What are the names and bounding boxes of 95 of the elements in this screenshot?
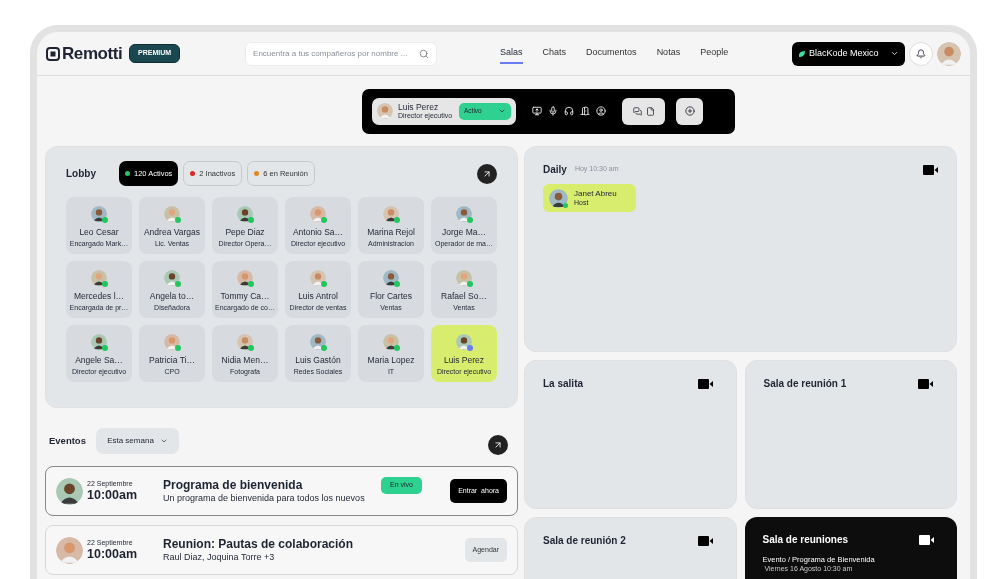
person-name: Luis Antrol	[298, 290, 338, 303]
leaf-icon	[798, 49, 806, 58]
room-title: Sala de reunión 2	[543, 534, 626, 548]
avatar	[56, 536, 83, 564]
person-name: Angela to…	[149, 290, 195, 303]
avatar	[383, 270, 399, 286]
microphone-icon[interactable]	[548, 106, 558, 116]
nav-tab[interactable]: People	[700, 43, 729, 64]
avatar	[164, 206, 180, 222]
event-title: Reunion: Pautas de colaboración	[163, 536, 354, 552]
participant-name: Janet Abreu	[574, 188, 617, 199]
person-name: Patricia Ti…	[149, 354, 195, 367]
room-title: Sala de reuniones	[762, 533, 849, 547]
avatar	[164, 334, 180, 350]
avatar	[456, 270, 472, 286]
add-button[interactable]	[676, 97, 703, 125]
bell-icon	[916, 48, 926, 59]
avatar	[91, 334, 107, 350]
avatar	[237, 270, 253, 286]
event-time: 10:00am	[87, 489, 139, 502]
notifications-button[interactable]	[909, 41, 933, 66]
room-title: Daily	[543, 163, 567, 177]
chevron-down-icon	[159, 437, 168, 445]
avatar	[91, 270, 107, 286]
person-name: Angele Sa…	[75, 354, 123, 367]
avatar	[377, 103, 393, 119]
video-camera-icon	[919, 534, 934, 545]
arrow-up-right-icon	[493, 440, 503, 450]
person-name: Antonio Sa…	[292, 226, 344, 239]
search-input[interactable]: Encuentra a tus compañeros por nombre ...	[253, 47, 420, 60]
avatar	[164, 270, 180, 286]
chevron-down-icon	[890, 49, 899, 58]
avatar	[237, 206, 253, 222]
person-name: Maria Lopez	[367, 354, 415, 367]
chat-icon	[632, 106, 642, 116]
person-name: Tommy Ca…	[220, 290, 270, 303]
tools-button-group[interactable]	[622, 97, 665, 125]
logo-icon	[46, 46, 60, 61]
events-title: Eventos	[49, 433, 87, 448]
avatar	[310, 206, 326, 222]
expand-button[interactable]	[488, 435, 508, 455]
avatar	[383, 334, 399, 350]
person-name: Luis Gastón	[295, 354, 341, 367]
search-icon	[419, 48, 430, 59]
video-camera-icon	[918, 378, 933, 389]
workspace-button[interactable]: BlacKode Mexico	[792, 41, 905, 66]
user-circle-icon[interactable]	[596, 106, 606, 116]
user-name: Luis Perez	[398, 102, 440, 112]
person-name: Pepe Diaz	[225, 226, 265, 239]
arrow-up-right-icon	[482, 168, 492, 179]
person-name: Andrea Vargas	[143, 226, 201, 239]
video-camera-icon	[697, 378, 713, 389]
person-name: Nidia Men…	[221, 354, 269, 367]
room-panel[interactable]: La salita	[524, 360, 737, 509]
avatar	[456, 334, 472, 350]
video-camera-icon	[697, 535, 713, 546]
nav-tab[interactable]: Chats	[542, 43, 567, 64]
avatar	[56, 477, 83, 505]
event-time: 10:00am	[87, 548, 139, 561]
avatar	[549, 188, 568, 208]
person-name: Flor Cartes	[369, 290, 412, 303]
person-name: Mercedes l…	[73, 290, 125, 303]
avatar	[310, 334, 326, 350]
week-dropdown[interactable]: Esta semana	[96, 428, 179, 454]
person-name: Luis Perez	[443, 354, 485, 367]
nav-tab[interactable]: Notas	[656, 43, 681, 64]
event-title: Programa de bienvenida	[163, 477, 303, 493]
expand-button[interactable]	[477, 163, 497, 184]
nav-tab[interactable]: Documentos	[586, 43, 637, 64]
lobby-title: Lobby	[66, 167, 97, 181]
event-subtitle: Un programa de bienvenida para todos los nuevos	[163, 492, 365, 505]
logo-text: Remotti	[62, 42, 123, 65]
avatar	[310, 270, 326, 286]
event-subtitle: Raul Diaz, Joquina Torre +3	[163, 551, 275, 564]
chevron-down-icon	[498, 107, 506, 115]
screen-share-icon[interactable]	[532, 106, 542, 116]
avatar	[456, 206, 472, 222]
room-title: La salita	[543, 377, 584, 391]
room-panel[interactable]: Sala de reunión 2	[524, 517, 737, 579]
room-title: Sala de reunión 1	[763, 377, 847, 391]
avatar	[383, 206, 399, 222]
avatar	[937, 41, 961, 66]
headphones-icon[interactable]	[564, 106, 574, 116]
video-camera-icon	[923, 164, 938, 175]
person-name: Rafael So…	[441, 290, 487, 303]
search-field[interactable]: Encuentra a tus compañeros por nombre ...	[245, 41, 438, 66]
room-panel[interactable]: Sala de reunión 1	[744, 360, 957, 509]
avatar	[91, 206, 107, 222]
avatar	[237, 334, 253, 350]
nav-tab[interactable]: Salas	[500, 43, 523, 64]
person-name: Leo Cesar	[79, 226, 119, 239]
person-name: Jorge Ma…	[442, 226, 486, 239]
person-name: Marina Rejol	[367, 226, 415, 239]
door-icon[interactable]	[580, 106, 590, 116]
document-icon	[645, 106, 655, 116]
